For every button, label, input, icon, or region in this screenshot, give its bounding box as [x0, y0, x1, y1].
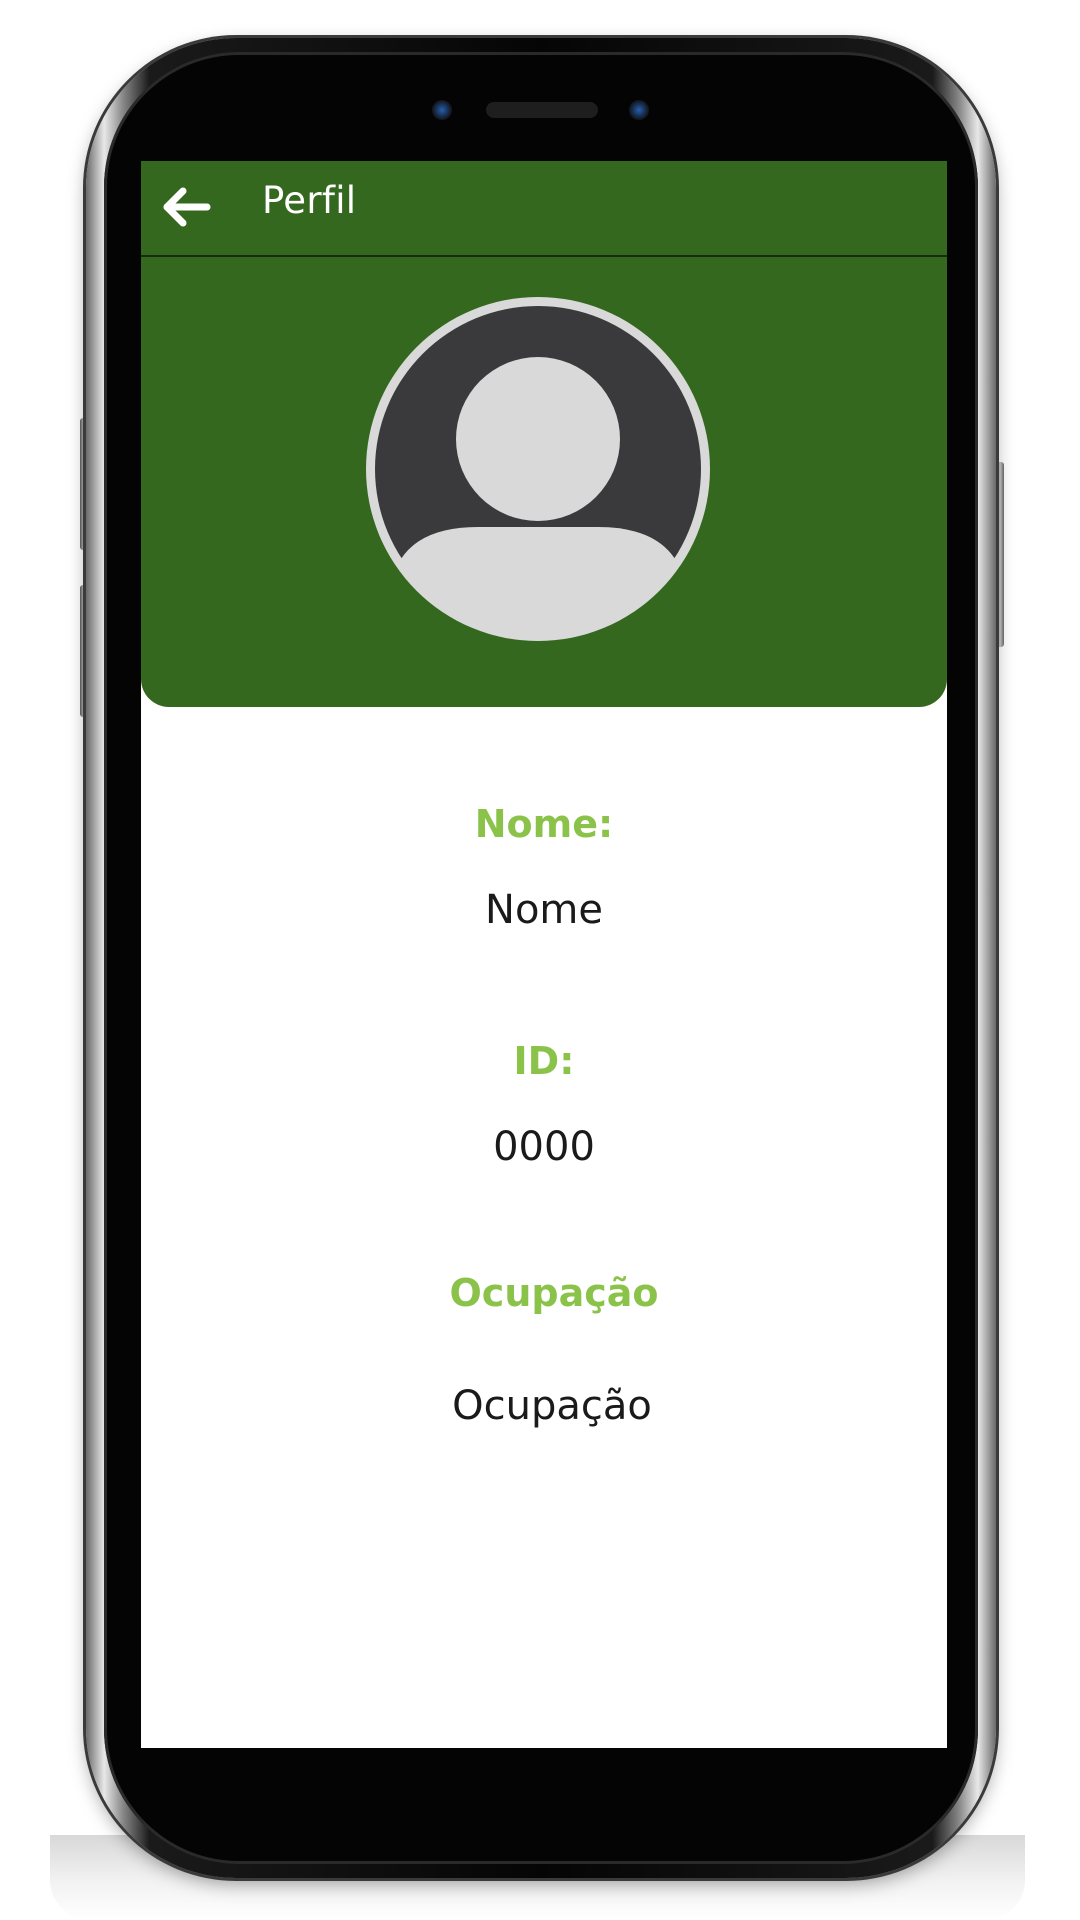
arrow-left-icon [163, 187, 211, 227]
id-value: 0000 [493, 1124, 595, 1170]
name-label: Nome: [474, 802, 614, 846]
power-button [996, 462, 1004, 647]
earpiece-speaker [486, 102, 598, 118]
app-bar: Perfil [141, 161, 947, 257]
id-label: ID: [513, 1039, 575, 1083]
app-screen: Perfil Nome: Nome ID: 0000 Ocupação Ocup… [141, 161, 947, 1748]
occupation-value: Ocupação [452, 1383, 652, 1429]
occupation-label: Ocupação [449, 1271, 659, 1315]
page: Perfil Nome: Nome ID: 0000 Ocupação Ocup… [0, 0, 1080, 1920]
front-camera-icon [432, 100, 452, 120]
back-button[interactable] [163, 185, 211, 229]
profile-avatar[interactable] [363, 294, 713, 644]
user-avatar-icon [366, 297, 710, 641]
page-title: Perfil [262, 179, 357, 222]
name-value: Nome [485, 887, 603, 933]
sensor-icon [629, 100, 649, 120]
